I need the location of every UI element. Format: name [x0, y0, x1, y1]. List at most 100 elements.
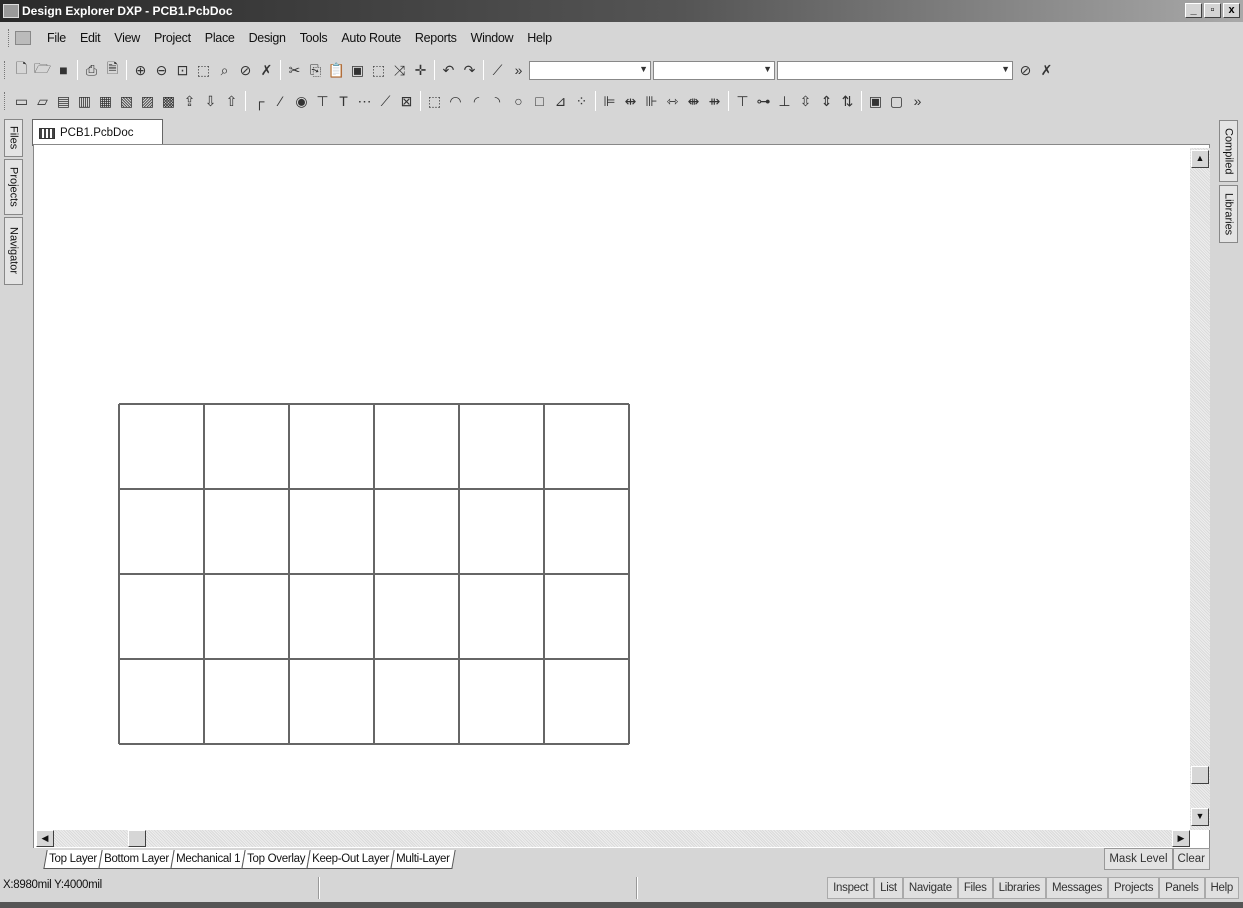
projects-button[interactable]: Projects: [1108, 877, 1160, 899]
undo-icon[interactable]: ↶: [438, 60, 459, 80]
menu-place[interactable]: Place: [205, 31, 235, 45]
footprint-icon[interactable]: ▩: [158, 91, 179, 111]
horizontal-scrollbar[interactable]: ◀ ▶: [36, 830, 1190, 847]
open-pcb-icon[interactable]: ▱: [32, 91, 53, 111]
toolbar-overflow-icon[interactable]: »: [508, 60, 529, 80]
save-icon[interactable]: ■: [53, 60, 74, 80]
open-folder-icon[interactable]: 🗁: [32, 60, 53, 80]
vertical-scrollbar[interactable]: ▲ ▼: [1190, 148, 1210, 830]
layer-combo[interactable]: ▼: [529, 60, 651, 80]
menu-auto-route[interactable]: Auto Route: [341, 31, 401, 45]
circle-icon[interactable]: ○: [508, 91, 529, 111]
clear-filter-icon[interactable]: ✗: [1036, 60, 1057, 80]
via-icon[interactable]: ⊤: [312, 91, 333, 111]
decrease-vspacing-icon[interactable]: ⇅: [837, 91, 858, 111]
interactive-route-icon[interactable]: ⟋: [487, 60, 508, 80]
mask-level-button[interactable]: Mask Level: [1104, 848, 1173, 870]
toolbar-grip[interactable]: [4, 61, 7, 79]
zoom-area-icon[interactable]: ⬚: [193, 60, 214, 80]
print-icon[interactable]: ⎙: [81, 60, 102, 80]
close-button[interactable]: x: [1223, 3, 1240, 18]
toolbar-overflow-icon[interactable]: »: [907, 91, 928, 111]
compiled-panel-tab[interactable]: Compiled: [1219, 120, 1238, 182]
coordinate-icon[interactable]: ⋯: [354, 91, 375, 111]
arc-any-icon[interactable]: ◝: [487, 91, 508, 111]
minimize-button[interactable]: _: [1185, 3, 1202, 18]
clear-mask-button[interactable]: Clear: [1172, 848, 1210, 870]
filter-icon[interactable]: ⊘: [1015, 60, 1036, 80]
increase-spacing-icon[interactable]: ⇼: [683, 91, 704, 111]
distribute-vertical-icon[interactable]: ⇳: [795, 91, 816, 111]
dimension-icon[interactable]: ⟋: [375, 91, 396, 111]
document-tab-pcb1[interactable]: PCB1.PcbDoc: [32, 119, 163, 146]
layer-tab-top-overlay[interactable]: Top Overlay: [241, 849, 311, 869]
menu-help[interactable]: Help: [527, 31, 552, 45]
filter-icon[interactable]: ⊘: [235, 60, 256, 80]
arc-edge-icon[interactable]: ◜: [466, 91, 487, 111]
distribute-horizontal-icon[interactable]: ⇿: [662, 91, 683, 111]
arrange-outside-icon[interactable]: ▢: [886, 91, 907, 111]
line-icon[interactable]: ⁄: [270, 91, 291, 111]
component-combo[interactable]: ▼: [777, 60, 1013, 80]
scroll-right-button[interactable]: ▶: [1172, 830, 1190, 847]
layer-tab-mechanical-1[interactable]: Mechanical 1: [169, 849, 246, 869]
import-icon[interactable]: ⇩: [200, 91, 221, 111]
toolbar-grip[interactable]: [8, 29, 11, 47]
scroll-thumb-vertical[interactable]: [1191, 766, 1209, 784]
align-right-icon[interactable]: ⊪: [641, 91, 662, 111]
update-icon[interactable]: ⇪: [179, 91, 200, 111]
export-icon[interactable]: ⇧: [221, 91, 242, 111]
files-button[interactable]: Files: [957, 877, 993, 899]
move-icon[interactable]: ✛: [410, 60, 431, 80]
align-bottom-icon[interactable]: ⊥: [774, 91, 795, 111]
libraries-button[interactable]: Libraries: [992, 877, 1046, 899]
arrange-room-icon[interactable]: ▣: [865, 91, 886, 111]
room-icon[interactable]: ⬚: [424, 91, 445, 111]
zoom-selected-icon[interactable]: ⌕: [214, 60, 235, 80]
align-top-icon[interactable]: ⊤: [732, 91, 753, 111]
panels-button[interactable]: Panels: [1159, 877, 1205, 899]
layer-tab-bottom-layer[interactable]: Bottom Layer: [98, 849, 175, 869]
align-center-icon[interactable]: ⇹: [620, 91, 641, 111]
paste-icon[interactable]: 📋: [326, 60, 347, 80]
library-icon[interactable]: ▥: [74, 91, 95, 111]
scroll-thumb-horizontal[interactable]: [128, 830, 146, 847]
net-combo[interactable]: ▼: [653, 60, 775, 80]
files-panel-tab[interactable]: Files: [4, 119, 23, 157]
scroll-left-button[interactable]: ◀: [36, 830, 54, 847]
align-middle-icon[interactable]: ⊶: [753, 91, 774, 111]
fill-icon[interactable]: □: [529, 91, 550, 111]
component-icon[interactable]: ▧: [116, 91, 137, 111]
select-area-icon[interactable]: ⬚: [368, 60, 389, 80]
deselect-icon[interactable]: ⤨: [389, 60, 410, 80]
decrease-spacing-icon[interactable]: ⇻: [704, 91, 725, 111]
polygon-icon[interactable]: ⊠: [396, 91, 417, 111]
menu-tools[interactable]: Tools: [300, 31, 328, 45]
component-edit-icon[interactable]: ▨: [137, 91, 158, 111]
maximize-button[interactable]: ▫: [1204, 3, 1221, 18]
library-open-icon[interactable]: ▦: [95, 91, 116, 111]
layer-tab-multi-layer[interactable]: Multi-Layer: [390, 849, 456, 869]
region-icon[interactable]: ⊿: [550, 91, 571, 111]
rubber-stamp-icon[interactable]: ▣: [347, 60, 368, 80]
board-canvas[interactable]: [34, 145, 1211, 853]
save-pcb-icon[interactable]: ▤: [53, 91, 74, 111]
route-track-icon[interactable]: ┌: [249, 91, 270, 111]
document-menu-icon[interactable]: [15, 31, 31, 45]
new-document-icon[interactable]: 🗋: [11, 60, 32, 80]
clear-filter-icon[interactable]: ✗: [256, 60, 277, 80]
zoom-in-icon[interactable]: ⊕: [130, 60, 151, 80]
arc-center-icon[interactable]: ◠: [445, 91, 466, 111]
scroll-down-button[interactable]: ▼: [1191, 808, 1209, 826]
messages-button[interactable]: Messages: [1046, 877, 1109, 899]
layer-tab-keep-out-layer[interactable]: Keep-Out Layer: [306, 849, 395, 869]
zoom-out-icon[interactable]: ⊖: [151, 60, 172, 80]
layer-tab-top-layer[interactable]: Top Layer: [43, 849, 103, 869]
align-left-icon[interactable]: ⊫: [599, 91, 620, 111]
copy-icon[interactable]: ⎘: [305, 60, 326, 80]
menu-design[interactable]: Design: [249, 31, 286, 45]
menu-view[interactable]: View: [114, 31, 140, 45]
text-icon[interactable]: T: [333, 91, 354, 111]
menu-project[interactable]: Project: [154, 31, 191, 45]
libraries-panel-tab[interactable]: Libraries: [1219, 185, 1238, 243]
